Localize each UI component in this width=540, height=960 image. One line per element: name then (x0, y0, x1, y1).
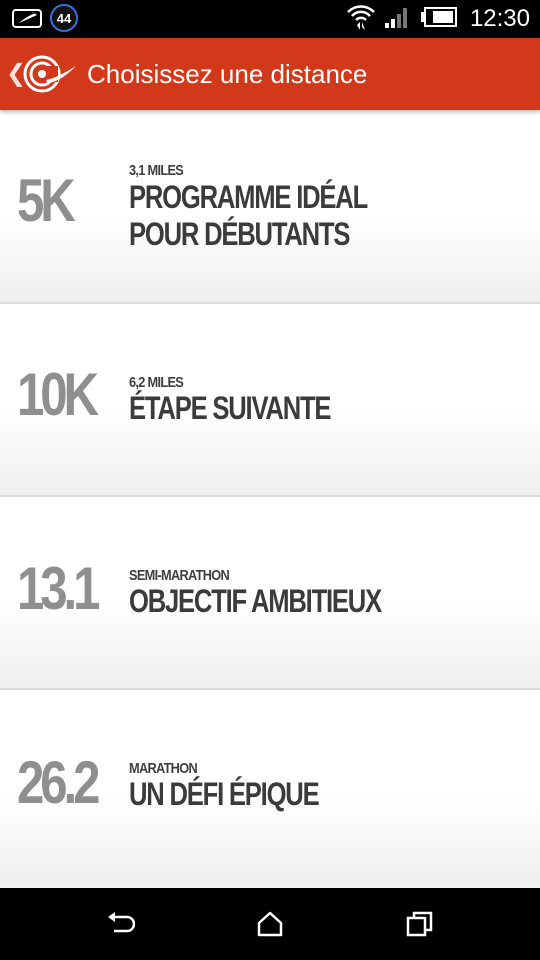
signal-icon (384, 5, 412, 34)
back-icon[interactable] (100, 908, 140, 940)
notification-icon (10, 5, 44, 31)
distance-list: 5K 3,1 MILES PROGRAMME IDÉAL POUR DÉBUTA… (0, 110, 540, 884)
battery-icon (420, 6, 458, 33)
distance-description: UN DÉFI ÉPIQUE (129, 776, 320, 812)
distance-subtitle: SEMI-MARATHON (129, 567, 230, 584)
page-title: Choisissez une distance (87, 59, 368, 89)
distance-value: 10K (17, 361, 99, 428)
home-icon[interactable] (250, 908, 290, 940)
distance-description: ÉTAPE SUIVANTE (129, 390, 331, 426)
status-time: 12:30 (469, 5, 530, 32)
distance-subtitle: 6,2 MILES (129, 374, 184, 391)
distance-description: PROGRAMME IDÉAL POUR DÉBUTANTS (129, 179, 368, 252)
distance-item-semi-marathon[interactable]: 13.1 SEMI-MARATHON OBJECTIF AMBITIEUX (0, 497, 540, 690)
action-bar: ❮ Choisissez une distance (0, 38, 540, 110)
distance-value: 5K (17, 167, 76, 234)
status-right: 12:30 (346, 4, 530, 34)
screen: 44 12:30 ❮ Choisissez une distance 5K 3,… (0, 0, 540, 960)
distance-description: OBJECTIF AMBITIEUX (129, 583, 382, 619)
distance-item-5k[interactable]: 5K 3,1 MILES PROGRAMME IDÉAL POUR DÉBUTA… (0, 110, 540, 304)
status-bar: 44 12:30 (0, 0, 540, 38)
distance-item-10k[interactable]: 10K 6,2 MILES ÉTAPE SUIVANTE (0, 304, 540, 497)
distance-value: 26.2 (17, 749, 100, 816)
navigation-bar (0, 888, 540, 960)
recent-apps-icon[interactable] (400, 908, 440, 940)
distance-subtitle: 3,1 MILES (129, 162, 184, 179)
wifi-icon (346, 3, 376, 36)
distance-value: 13.1 (17, 555, 100, 622)
notification-count-badge: 44 (50, 4, 78, 32)
distance-subtitle: MARATHON (129, 760, 198, 777)
distance-item-marathon[interactable]: 26.2 MARATHON UN DÉFI ÉPIQUE (0, 690, 540, 884)
status-left: 44 (10, 4, 78, 32)
nike-running-logo-icon[interactable] (22, 52, 78, 96)
